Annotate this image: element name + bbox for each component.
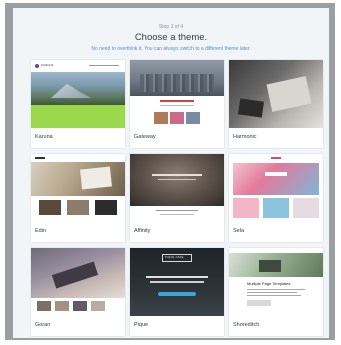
theme-thumbnail [130, 154, 224, 222]
theme-thumbnail: Multiple Page Templates [229, 248, 323, 316]
step-indicator: Step 3 of 4 [158, 24, 184, 30]
theme-thumbnail [229, 60, 323, 128]
theme-card-shoreditch[interactable]: Multiple Page Templates Shoreditch [229, 248, 323, 336]
theme-thumbnail [130, 60, 224, 128]
theme-card-karuna[interactable]: KARUNA Karuna [31, 60, 125, 148]
page-subtitle: No need to overthink it. You can always … [91, 46, 251, 52]
theme-name: Shoreditch [233, 322, 260, 328]
theme-thumbnail: PIQUE CAFE [130, 248, 224, 316]
pique-banner: PIQUE CAFE [165, 256, 184, 259]
theme-name: Karuna [35, 134, 53, 140]
shoreditch-heading: Multiple Page Templates [247, 281, 291, 286]
theme-grid: KARUNA Karuna Gateway Harmonic Edin Affi… [31, 60, 323, 336]
theme-card-sela[interactable]: Sela [229, 154, 323, 242]
theme-card-goran[interactable]: Goran [31, 248, 125, 336]
theme-name: Edin [35, 228, 47, 234]
theme-name: Sela [233, 228, 245, 234]
theme-name: Affinity [134, 228, 151, 234]
theme-name: Goran [35, 322, 51, 328]
karuna-site-title: KARUNA [41, 63, 54, 67]
screenshot-frame: Step 3 of 4 Choose a theme. No need to o… [5, 3, 335, 340]
theme-name: Pique [134, 322, 149, 328]
theme-card-gateway[interactable]: Gateway [130, 60, 224, 148]
theme-card-edin[interactable]: Edin [31, 154, 125, 242]
page-title: Choose a theme. [134, 32, 208, 43]
theme-card-pique[interactable]: PIQUE CAFE Pique [130, 248, 224, 336]
theme-thumbnail: KARUNA [31, 60, 125, 128]
theme-card-harmonic[interactable]: Harmonic [229, 60, 323, 148]
theme-thumbnail [31, 154, 125, 222]
theme-thumbnail [31, 248, 125, 316]
theme-card-affinity[interactable]: Affinity [130, 154, 224, 242]
theme-name: Gateway [134, 134, 156, 140]
theme-name: Harmonic [233, 134, 257, 140]
theme-picker-panel: Step 3 of 4 Choose a theme. No need to o… [13, 8, 329, 338]
theme-thumbnail [229, 154, 323, 222]
